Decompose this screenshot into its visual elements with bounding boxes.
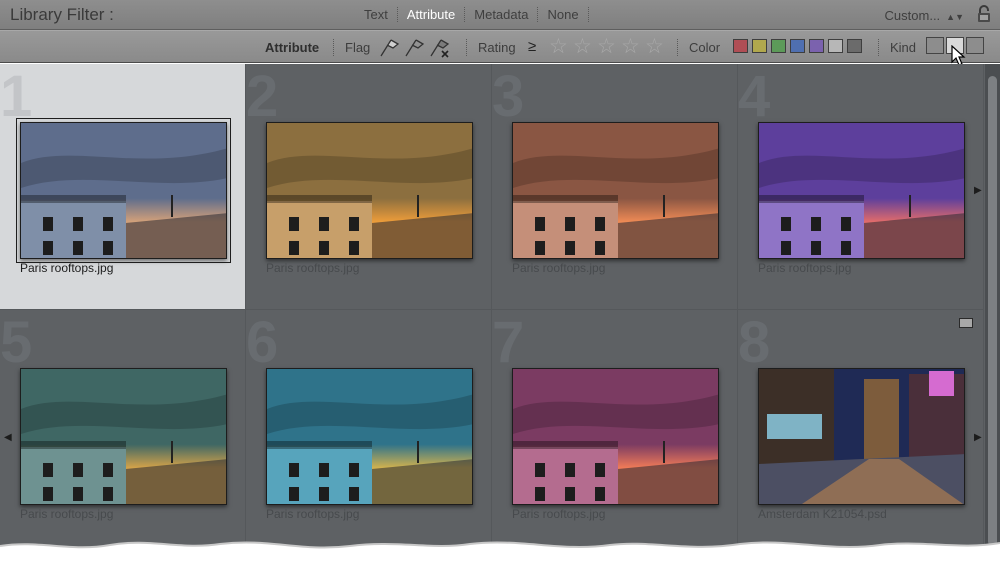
star-4-icon[interactable]: ☆ xyxy=(621,36,640,57)
tab-text[interactable]: Text xyxy=(355,7,397,22)
color-green-swatch[interactable] xyxy=(771,39,786,53)
library-filter-bar: Library Filter : Text Attribute Metadata… xyxy=(0,0,1000,30)
filter-preset-dropdown[interactable]: Custom... ▲▼ xyxy=(885,8,964,23)
rooftops-image xyxy=(267,369,472,504)
cell-index-number: 6 xyxy=(246,310,279,375)
rooftops-image xyxy=(21,123,226,258)
grid-cell[interactable]: 7 Paris rooftops.jpg xyxy=(492,310,738,556)
filter-mode-tabs: Text Attribute Metadata None xyxy=(355,7,589,22)
grid-cell[interactable]: 8 Amsterdam K21054.psd xyxy=(738,310,984,556)
color-purple-swatch[interactable] xyxy=(809,39,824,53)
kind-label: Kind xyxy=(890,40,917,55)
flag-unflagged-icon[interactable] xyxy=(403,36,425,60)
color-blue-swatch[interactable] xyxy=(790,39,805,53)
color-other-swatch[interactable] xyxy=(828,39,843,53)
photo-filename: Amsterdam K21054.psd xyxy=(758,507,887,521)
photo-thumbnail[interactable] xyxy=(512,122,719,259)
grid-cell[interactable]: 4 Paris rooftops.jpg xyxy=(738,64,984,310)
divider xyxy=(677,39,678,56)
grid-cell[interactable]: 1 Paris rooftops.jpg xyxy=(0,64,246,310)
photo-filename: Paris rooftops.jpg xyxy=(758,261,852,275)
chevron-updown-icon: ▲▼ xyxy=(946,12,964,22)
grid-cell[interactable]: 5 Paris rooftops.jpg xyxy=(0,310,246,556)
tab-attribute[interactable]: Attribute xyxy=(396,7,464,22)
rooftops-image xyxy=(21,369,226,504)
rooftops-image xyxy=(759,123,964,258)
photo-thumbnail[interactable] xyxy=(758,122,965,259)
row-next-arrow-icon[interactable]: ▶ xyxy=(974,432,982,443)
photo-filename: Paris rooftops.jpg xyxy=(266,507,360,521)
star-2-icon[interactable]: ☆ xyxy=(573,36,592,57)
cell-index-number: 1 xyxy=(0,64,33,129)
attribute-label: Attribute xyxy=(265,40,320,55)
file-badge-icon xyxy=(959,318,973,328)
cell-index-number: 7 xyxy=(492,310,525,375)
star-1-icon[interactable]: ☆ xyxy=(549,36,568,57)
cell-index-number: 8 xyxy=(738,310,771,375)
kind-videos-button[interactable] xyxy=(966,37,984,54)
color-none-swatch[interactable] xyxy=(847,39,862,53)
photo-filename: Paris rooftops.jpg xyxy=(20,261,114,275)
grid-cell[interactable]: 6 Paris rooftops.jpg xyxy=(246,310,492,556)
kind-master-photos-button[interactable] xyxy=(926,37,944,54)
photo-thumbnail[interactable] xyxy=(16,118,231,263)
photo-filename: Paris rooftops.jpg xyxy=(20,507,114,521)
photo-filename: Paris rooftops.jpg xyxy=(266,261,360,275)
photo-filename: Paris rooftops.jpg xyxy=(512,261,606,275)
rating-operator-dropdown[interactable]: ≥ xyxy=(528,38,536,55)
rating-label: Rating xyxy=(478,40,516,55)
photo-thumbnail[interactable] xyxy=(758,368,965,505)
rooftops-image xyxy=(513,123,718,258)
color-red-swatch[interactable] xyxy=(733,39,748,53)
star-5-icon[interactable]: ☆ xyxy=(645,36,664,57)
color-label: Color xyxy=(689,40,721,55)
library-filter-title: Library Filter : xyxy=(10,5,114,24)
photo-thumbnail[interactable] xyxy=(266,368,473,505)
cell-index-number: 4 xyxy=(738,64,771,129)
star-3-icon[interactable]: ☆ xyxy=(597,36,616,57)
night-street-image xyxy=(759,369,964,504)
lock-icon[interactable] xyxy=(976,5,992,23)
color-yellow-swatch[interactable] xyxy=(752,39,767,53)
divider xyxy=(333,39,334,56)
cell-index-number: 2 xyxy=(246,64,279,129)
scrollbar-thumb[interactable] xyxy=(988,76,997,546)
photo-thumbnail[interactable] xyxy=(512,368,719,505)
attribute-filter-bar: Attribute Flag Rating ≥ ☆ ☆ ☆ ☆ ☆ Color … xyxy=(0,30,1000,66)
grid-cell[interactable]: 2 Paris rooftops.jpg xyxy=(246,64,492,310)
flag-picked-icon[interactable] xyxy=(378,36,400,60)
cell-index-number: 3 xyxy=(492,64,525,129)
grid-scrollbar[interactable] xyxy=(985,64,1000,564)
photo-thumbnail[interactable] xyxy=(20,368,227,505)
photo-filename: Paris rooftops.jpg xyxy=(512,507,606,521)
grid-cell[interactable]: 3 Paris rooftops.jpg xyxy=(492,64,738,310)
rooftops-image xyxy=(267,123,472,258)
cell-index-number: 5 xyxy=(0,310,33,375)
row-prev-arrow-icon[interactable]: ◀ xyxy=(4,432,12,443)
flag-rejected-icon[interactable] xyxy=(428,36,450,60)
row-next-arrow-icon[interactable]: ▶ xyxy=(974,185,982,196)
tab-none[interactable]: None xyxy=(537,7,589,22)
flag-label: Flag xyxy=(345,40,371,55)
tab-metadata[interactable]: Metadata xyxy=(464,7,537,22)
rooftops-image xyxy=(513,369,718,504)
torn-edge xyxy=(0,541,1000,564)
divider xyxy=(466,39,467,56)
filter-preset-label: Custom... xyxy=(884,8,941,23)
thumbnail-grid: 1 Paris rooftops.jpg 2 Paris rooftops.jpg 3 P… xyxy=(0,64,985,564)
divider xyxy=(878,39,879,56)
photo-thumbnail[interactable] xyxy=(266,122,473,259)
